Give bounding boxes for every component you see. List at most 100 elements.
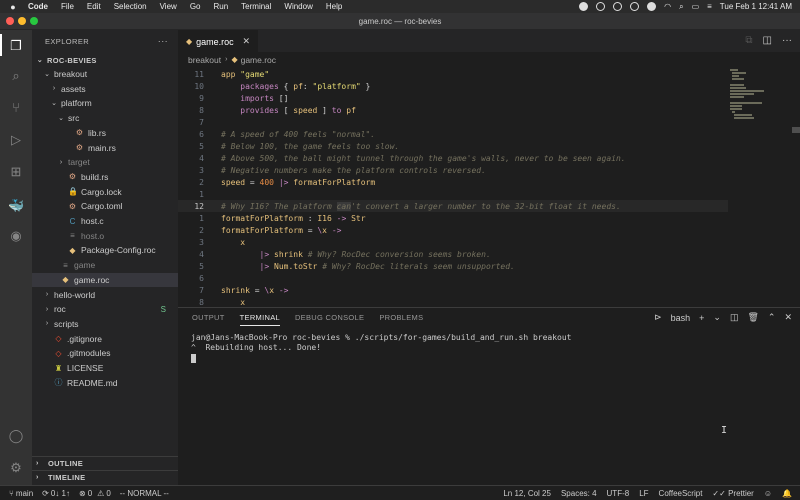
wifi-icon[interactable]: ◠ <box>664 2 671 11</box>
chevron-down-icon[interactable]: ⌄ <box>713 312 721 323</box>
menu-edit[interactable]: Edit <box>87 2 101 11</box>
more-actions-icon[interactable]: ··· <box>782 35 792 46</box>
code-line[interactable]: 6 <box>178 272 728 284</box>
prettier-status[interactable]: ✓✓ Prettier <box>712 489 753 498</box>
docker-icon[interactable]: 🐳 <box>8 198 24 214</box>
menubar-clock[interactable]: Tue Feb 1 12:41 AM <box>720 2 792 11</box>
code-line[interactable]: 10 packages { pf: "platform" } <box>178 80 728 92</box>
problems-indicator[interactable]: ⊗ 0 ⚠ 0 <box>79 489 111 498</box>
indentation[interactable]: Spaces: 4 <box>561 489 597 498</box>
tree-item[interactable]: ⌄ breakout <box>32 67 178 81</box>
settings-gear-icon[interactable]: ⚙ <box>8 460 24 476</box>
run-debug-icon[interactable]: ▷ <box>8 132 24 148</box>
extensions-icon[interactable]: ⊞ <box>8 164 24 180</box>
tree-item[interactable]: › assets <box>32 82 178 96</box>
editor-scrollbar[interactable] <box>792 127 800 133</box>
menu-selection[interactable]: Selection <box>114 2 147 11</box>
terminal-shell-label[interactable]: bash <box>671 313 691 323</box>
tunnel-icon[interactable] <box>596 2 606 11</box>
timeline-section[interactable]: › TIMELINE <box>32 470 178 484</box>
apple-icon[interactable]: ● <box>8 2 18 12</box>
code-line[interactable]: 3 x <box>178 236 728 248</box>
terminal-cursor[interactable] <box>191 354 196 363</box>
code-text[interactable]: formatForPlatform = \x -> <box>221 226 341 235</box>
remote-icon[interactable]: ◉ <box>8 228 24 244</box>
code-text[interactable]: |> shrink # Why? RocDec conversion seems… <box>221 250 491 259</box>
code-text[interactable]: formatForPlatform : I16 -> Str <box>221 214 366 223</box>
code-text[interactable]: provides [ speed ] to pf <box>221 106 356 115</box>
code-line[interactable]: 2 formatForPlatform = \x -> <box>178 224 728 236</box>
code-text[interactable]: x <box>221 238 245 247</box>
time-machine-icon[interactable] <box>613 2 623 11</box>
open-changes-icon[interactable]: ⧉ <box>745 35 752 46</box>
menu-file[interactable]: File <box>61 2 74 11</box>
tree-item[interactable]: ≡ host.o <box>32 229 178 243</box>
tab-debug-console[interactable]: DEBUG CONSOLE <box>295 313 364 326</box>
new-terminal-icon[interactable]: + <box>699 313 704 323</box>
code-line[interactable]: 5 # Below 100, the game feels too slow. <box>178 140 728 152</box>
chevron-up-icon[interactable]: ⌃ <box>768 312 776 323</box>
source-control-icon[interactable]: ⑂ <box>8 100 24 116</box>
outline-section[interactable]: › OUTLINE <box>32 456 178 470</box>
tree-item[interactable]: ⚙ main.rs <box>32 141 178 155</box>
code-line[interactable]: 1 formatForPlatform : I16 -> Str <box>178 212 728 224</box>
tree-item[interactable]: ◇ .gitmodules <box>32 346 178 360</box>
menu-terminal[interactable]: Terminal <box>241 2 271 11</box>
menu-window[interactable]: Window <box>284 2 312 11</box>
code-text[interactable]: |> Num.toStr # Why? RocDec literals seem… <box>221 262 515 271</box>
code-line[interactable]: 8 provides [ speed ] to pf <box>178 104 728 116</box>
tab-problems[interactable]: PROBLEMS <box>379 313 423 326</box>
menu-go[interactable]: Go <box>190 2 201 11</box>
media-icon[interactable] <box>647 2 657 11</box>
breadcrumb-file[interactable]: game.roc <box>241 55 276 65</box>
close-icon[interactable]: ✕ <box>242 36 250 47</box>
account-icon[interactable]: ◯ <box>8 428 24 444</box>
split-editor-icon[interactable]: ◫ <box>763 35 772 46</box>
sync-icon[interactable] <box>630 2 640 11</box>
code-text[interactable]: # Below 100, the game feels too slow. <box>221 142 399 151</box>
search-icon[interactable]: ⌕ <box>8 68 24 84</box>
tree-item[interactable]: ♜ LICENSE <box>32 361 178 375</box>
minimize-window-button[interactable] <box>18 17 26 25</box>
zoom-window-button[interactable] <box>30 17 38 25</box>
code-line[interactable]: 9 imports [] <box>178 92 728 104</box>
code-editor[interactable]: 11 app "game" 10 packages { pf: "platform"… <box>178 67 728 307</box>
breadcrumb-folder[interactable]: breakout <box>188 55 221 65</box>
tree-item[interactable]: › scripts <box>32 317 178 331</box>
tree-item[interactable]: ⌄ platform <box>32 96 178 110</box>
code-line[interactable]: 11 app "game" <box>178 68 728 80</box>
menu-help[interactable]: Help <box>326 2 342 11</box>
tree-item[interactable]: ⚙ lib.rs <box>32 126 178 140</box>
encoding[interactable]: UTF-8 <box>607 489 630 498</box>
cursor-position[interactable]: Ln 12, Col 25 <box>503 489 551 498</box>
record-icon[interactable] <box>579 2 589 11</box>
code-line[interactable]: 7 shrink = \x -> <box>178 284 728 296</box>
git-branch[interactable]: ⑂ main <box>9 489 33 498</box>
code-line[interactable]: 1 <box>178 188 728 200</box>
tree-item[interactable]: ◇ .gitignore <box>32 332 178 346</box>
split-terminal-icon[interactable]: ◫ <box>730 312 739 323</box>
tree-item[interactable]: ⌄ src <box>32 111 178 125</box>
battery-icon[interactable]: ▭ <box>692 2 700 11</box>
code-line[interactable]: 5 |> Num.toStr # Why? RocDec literals se… <box>178 260 728 272</box>
tree-item[interactable]: Chost.c <box>32 214 178 228</box>
tree-item[interactable]: › hello-world <box>32 288 178 302</box>
more-actions-icon[interactable]: ··· <box>158 36 168 46</box>
code-text[interactable]: x <box>221 298 245 307</box>
code-line[interactable]: 4 |> shrink # Why? RocDec conversion see… <box>178 248 728 260</box>
code-text[interactable]: # A speed of 400 feels "normal". <box>221 130 375 139</box>
close-panel-icon[interactable]: ✕ <box>784 312 792 323</box>
notifications-bell-icon[interactable]: 🔔 <box>782 489 792 498</box>
code-text[interactable]: app "game" <box>221 70 269 79</box>
explorer-icon[interactable]: ❐ <box>8 38 24 54</box>
minimap[interactable] <box>728 67 792 307</box>
tree-item[interactable]: ◆ Package-Config.roc <box>32 243 178 257</box>
code-text[interactable]: speed = 400 |> formatForPlatform <box>221 178 375 187</box>
code-line[interactable]: 12 # Why I16? The platform can't convert … <box>178 200 728 212</box>
code-line[interactable]: 7 <box>178 116 728 128</box>
menu-run[interactable]: Run <box>213 2 228 11</box>
code-text[interactable]: # Negative numbers make the platform con… <box>221 166 486 175</box>
end-of-line[interactable]: LF <box>639 489 648 498</box>
tree-item[interactable]: ⚙ build.rs <box>32 170 178 184</box>
tree-item[interactable]: ⓘ README.md <box>32 376 178 390</box>
